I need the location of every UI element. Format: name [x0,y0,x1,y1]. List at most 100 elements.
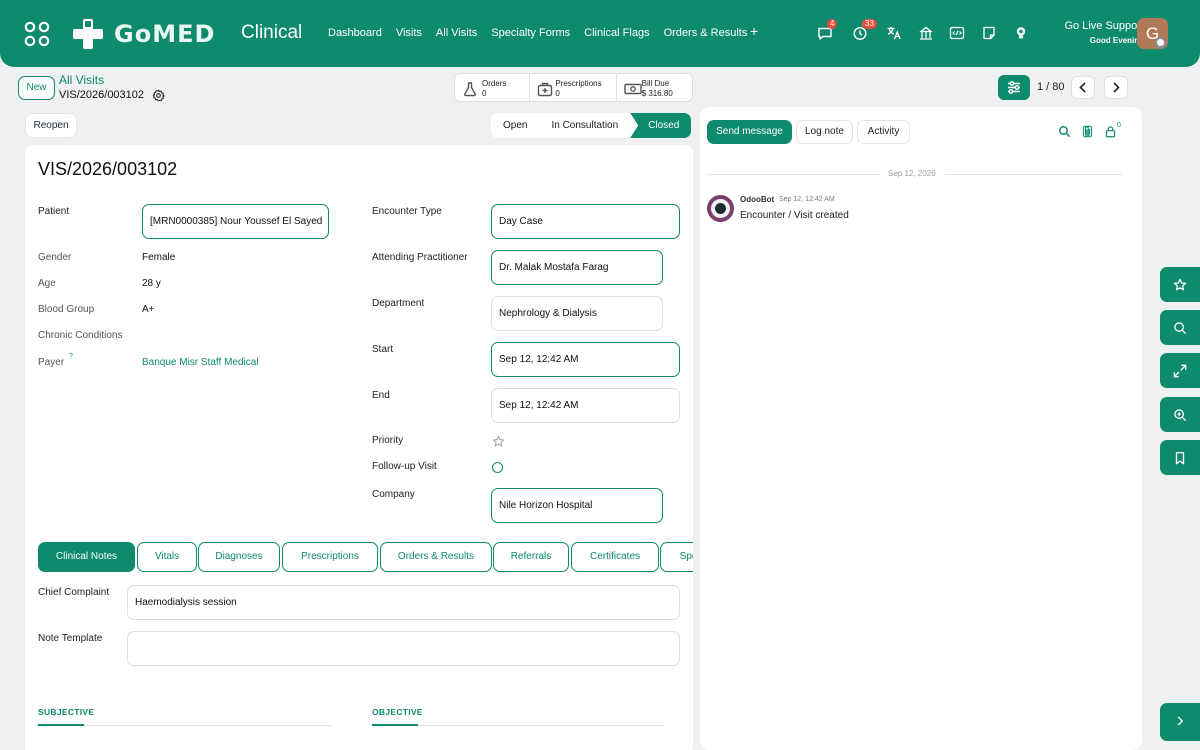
company-switch-button[interactable] [918,25,934,41]
breadcrumb-all-visits[interactable]: All Visits [59,73,104,87]
objective-accent [372,724,418,726]
patient-field[interactable]: [MRN0000385] Nour Youssef El Sayed [142,204,329,239]
greeting: Good Evening [1089,36,1144,45]
rail-zoom-button[interactable] [1160,397,1200,432]
tab-diagnoses[interactable]: Diagnoses [198,542,280,572]
chevron-right-icon [1177,716,1184,726]
bill-due-label: Bill Due [641,79,670,88]
notes-button[interactable] [981,25,997,41]
chief-complaint-field[interactable]: Haemodialysis session [127,585,680,620]
bill-due-smart-button[interactable]: Bill Due $ 316.80 [617,74,692,101]
odoobot-avatar[interactable] [707,195,734,222]
rail-search-button[interactable] [1160,310,1200,345]
tab-certificates[interactable]: Certificates [571,542,659,572]
record-title: VIS/2026/003102 [38,159,178,179]
menu-clinical-flags[interactable]: Clinical Flags [584,27,649,39]
rail-collapse-button[interactable] [1160,703,1200,741]
followers-count: 0 [1117,122,1121,129]
menu-add-button[interactable]: + [750,23,758,39]
payer-help-tooltip[interactable]: ? [69,353,73,360]
zoom-icon [1174,409,1187,422]
note-template-field[interactable] [127,631,680,666]
app-title[interactable]: Clinical [241,22,302,44]
pager-previous-button[interactable] [1071,76,1095,99]
start-label: Start [372,344,394,355]
note-template-label: Note Template [38,633,103,644]
priority-star-icon[interactable] [492,435,505,448]
bill-icon [623,83,642,95]
menu-all-visits[interactable]: All Visits [436,27,477,39]
end-label: End [372,390,390,401]
tab-clinical-notes[interactable]: Clinical Notes [38,542,135,572]
visit-status-bar: Open In Consultation Closed [491,113,692,138]
top-navbar: GoMED Clinical Dashboard Visits All Visi… [0,0,1200,67]
rail-bookmark-button[interactable] [1160,440,1200,475]
menu-specialty-forms[interactable]: Specialty Forms [491,27,570,39]
tab-referrals[interactable]: Referrals [493,542,569,572]
language-button[interactable] [886,25,902,41]
debug-button[interactable] [949,25,965,41]
prescriptions-smart-button[interactable]: Prescriptions 0 [530,74,617,101]
smart-buttons: Orders 0 Prescriptions 0 Bill Due $ 316.… [454,73,693,102]
tab-prescriptions[interactable]: Prescriptions [282,542,378,572]
menu-dashboard[interactable]: Dashboard [328,27,382,39]
chatter-panel: Send message Log note Activity 0 Sep 12,… [700,107,1142,750]
attending-practitioner-field[interactable]: Dr. Malak Mostafa Farag [491,250,663,285]
chatter-search-icon[interactable] [1058,125,1071,138]
subjective-accent [38,724,84,726]
company-field[interactable]: Nile Horizon Hospital [491,488,663,523]
menu-orders-results[interactable]: Orders & Results [664,27,748,39]
star-icon [1173,278,1187,291]
follow-up-visit-toggle[interactable] [492,462,503,473]
status-closed[interactable]: Closed [630,113,692,138]
rail-favorite-button[interactable] [1160,267,1200,302]
reopen-button[interactable]: Reopen [25,113,77,138]
orders-smart-button[interactable]: Orders 0 [455,74,531,101]
status-in-consultation[interactable]: In Consultation [539,113,630,138]
gomed-logo[interactable]: GoMED [70,14,215,54]
follower-icon[interactable] [1104,125,1117,138]
attending-practitioner-label: Attending Practitioner [372,252,468,263]
translate-icon [887,27,901,40]
apps-menu-icon[interactable] [24,21,50,47]
end-datetime-field[interactable]: Sep 12, 12:42 AM [491,388,680,423]
medkit-icon [538,82,553,97]
record-actions-gear-icon[interactable] [152,89,165,102]
chief-complaint-label: Chief Complaint [38,587,110,598]
tab-specialty[interactable]: Specialty [660,542,693,572]
follow-up-visit-label: Follow-up Visit [372,461,437,472]
form-sheet: VIS/2026/003102 Patient [MRN0000385] Nou… [25,145,693,750]
bill-due-amount: $ 316.80 [641,89,673,98]
rail-expand-button[interactable] [1160,353,1200,388]
paperclip-icon[interactable] [1081,125,1094,138]
message-author[interactable]: OdooBot [740,195,774,204]
message-timestamp: Sep 12, 12:42 AM [779,196,835,203]
support-user-menu[interactable]: Go Live Support Good Evening [1065,20,1145,45]
send-message-button[interactable]: Send message [707,120,792,144]
priority-label: Priority [372,435,404,446]
new-button[interactable]: New [18,76,55,100]
main-menu: Dashboard Visits All Visits Specialty Fo… [328,27,761,39]
messaging-button[interactable]: 4 [817,19,838,41]
tips-button[interactable] [1013,25,1029,41]
age-value: 28 y [142,278,161,289]
orders-label: Orders [482,79,507,88]
tab-vitals[interactable]: Vitals [137,542,197,572]
start-datetime-field[interactable]: Sep 12, 12:42 AM [491,342,680,377]
payer-link[interactable]: Banque Misr Staff Medical [142,357,259,368]
pager-next-button[interactable] [1104,76,1128,99]
bookmark-icon [1175,452,1185,465]
log-note-button[interactable]: Log note [796,120,853,144]
menu-visits[interactable]: Visits [396,27,422,39]
activity-button[interactable]: Activity [857,120,910,144]
encounter-type-field[interactable]: Day Case [491,204,680,239]
activities-button[interactable]: 33 [852,19,877,41]
tab-orders-results[interactable]: Orders & Results [380,542,492,572]
department-field[interactable]: Nephrology & Dialysis [491,296,663,331]
logo-cross-icon [73,19,103,49]
view-settings-button[interactable] [998,75,1030,100]
age-label: Age [38,278,56,289]
status-open[interactable]: Open [491,113,539,138]
pager-value[interactable]: 1 / 80 [1037,81,1065,93]
filter-icon [1008,81,1020,94]
